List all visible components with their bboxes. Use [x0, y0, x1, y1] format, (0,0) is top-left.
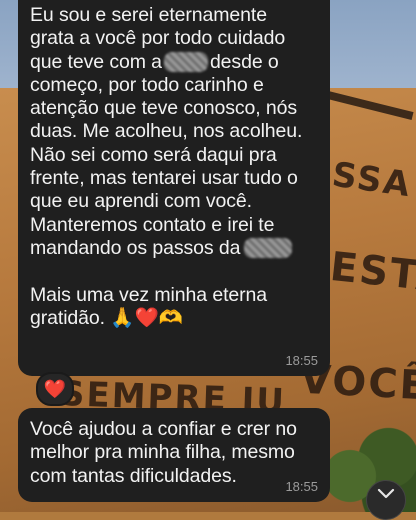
- message-line: Não sei como será daqui pra: [30, 143, 277, 166]
- message-text: Você ajudou a confiar e crer no melhor p…: [30, 418, 318, 488]
- message-line: atenção que teve conosco, nós: [30, 97, 298, 120]
- message-line: duas. Me acolheu, nos acolheu.: [30, 120, 303, 143]
- message-line: que eu aprendi com você.: [30, 190, 252, 213]
- heart-hands-icon: 🫶: [158, 306, 183, 329]
- message-bubble[interactable]: Eu sou e serei eternamente grata a você …: [18, 0, 330, 376]
- red-heart-icon: ❤️: [134, 306, 159, 329]
- message-line: Você ajudou a confiar e crer no: [30, 418, 297, 440]
- message-timestamp: 18:55: [285, 479, 318, 494]
- message-line: Eu sou e serei eternamente: [30, 4, 267, 26]
- message-line: que teve com a: [30, 50, 162, 73]
- message-line: Manteremos contato e irei te: [30, 213, 275, 236]
- scroll-down-button[interactable]: [366, 480, 406, 520]
- emoji-group: 🙏❤️🫶: [110, 307, 183, 329]
- message-line: melhor pra minha filha, mesmo: [30, 441, 295, 464]
- praying-hands-icon: 🙏: [110, 306, 135, 329]
- redacted-name: [163, 51, 208, 72]
- message-line: mandando os passos da: [30, 236, 241, 259]
- message-line: Mais uma vez minha eterna: [30, 283, 268, 306]
- message-timestamp: 18:55: [285, 353, 318, 368]
- chevron-down-icon: [377, 488, 395, 499]
- reaction-heart-icon[interactable]: ❤️: [36, 372, 74, 406]
- message-line: grata a você por todo cuidado: [30, 27, 286, 50]
- message-line: começo, por todo carinho e: [30, 73, 264, 96]
- message-line: com tantas dificuldades.: [30, 464, 237, 487]
- message-text: Eu sou e serei eternamente grata a você …: [30, 4, 318, 330]
- message-bubble[interactable]: Você ajudou a confiar e crer no melhor p…: [18, 408, 330, 502]
- redacted-name: [244, 237, 293, 258]
- message-line: gratidão.: [30, 306, 105, 329]
- message-line: frente, mas tentarei usar tudo o: [30, 167, 298, 190]
- message-line: desde o: [209, 50, 279, 73]
